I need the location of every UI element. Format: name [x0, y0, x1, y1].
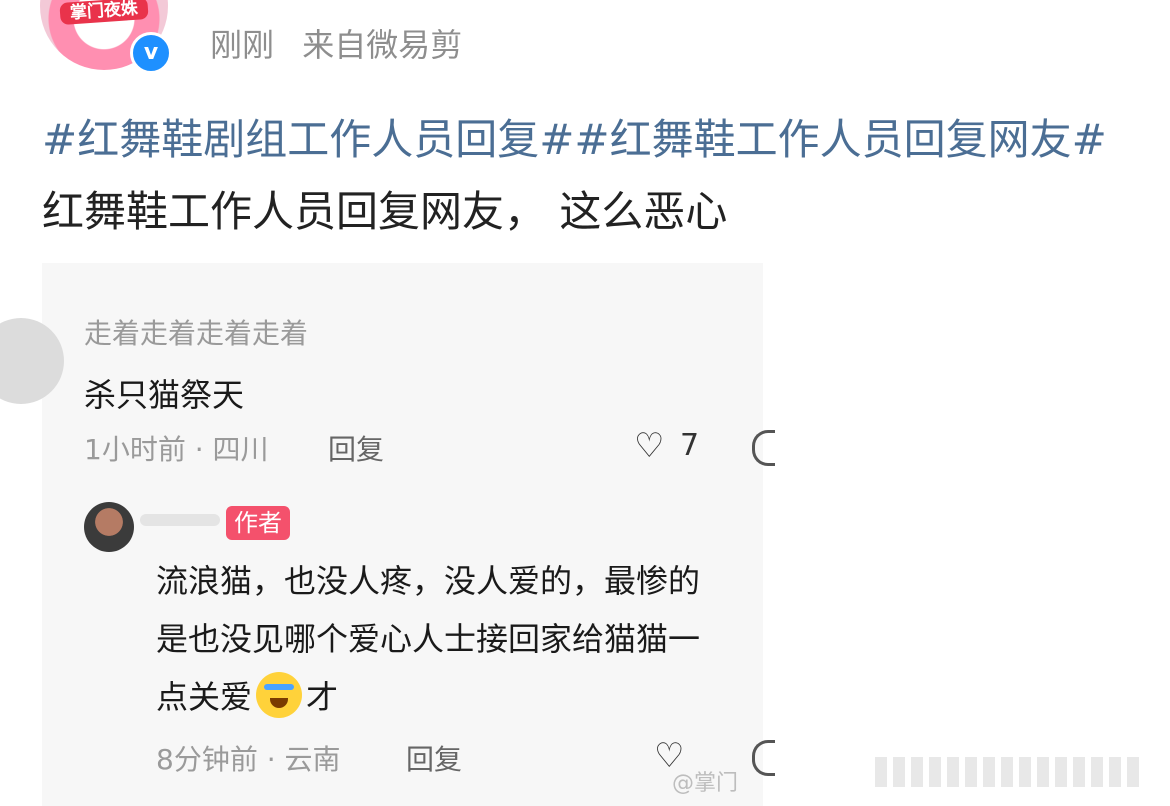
reply-username-redacted	[140, 514, 220, 526]
reply-line-2: 是也没见哪个爱心人士接回家给猫猫一	[156, 620, 701, 658]
post-body: #红舞鞋剧组工作人员回复##红舞鞋工作人员回复网友# 红舞鞋工作人员回复网友， …	[42, 104, 1142, 248]
comment-meta: 1小时前 · 四川	[84, 433, 269, 466]
reply-meta: 8分钟前 · 云南	[156, 743, 341, 776]
avatar-label: 掌门夜姝	[59, 0, 149, 26]
comment-reply-button: 回复	[328, 433, 385, 466]
hashtag-1[interactable]: #红舞鞋剧组工作人员回复#	[42, 115, 574, 164]
comment-username: 走着走着走着走着	[84, 317, 309, 350]
reply-avatar	[84, 502, 134, 552]
author-badge: 作者	[226, 506, 290, 540]
comment-text: 杀只猫祭天	[84, 376, 245, 414]
image-watermark: @掌门	[672, 771, 739, 796]
post-meta: 刚刚 来自微易剪	[210, 20, 480, 66]
crying-emoji-icon	[256, 672, 303, 718]
reply-line-1: 流浪猫，也没人疼，没人爱的，最惨的	[156, 562, 701, 600]
comment-bubble-icon	[752, 430, 775, 466]
reply-reply-button: 回复	[406, 743, 463, 776]
hashtag-2[interactable]: #红舞鞋工作人员回复网友#	[574, 115, 1106, 164]
like-heart-icon: ♡	[634, 426, 665, 466]
image-watermark-blur	[875, 757, 1145, 787]
reply-line-3: 点关爱 才	[156, 668, 766, 726]
like-count: 7	[680, 428, 700, 463]
reply-line-3-b: 才	[306, 678, 339, 716]
post-source[interactable]: 来自微易剪	[302, 26, 462, 64]
reply-text: 流浪猫，也没人疼，没人爱的，最惨的 是也没见哪个爱心人士接回家给猫猫一 点关爱 才	[156, 552, 766, 726]
reply-line-3-a: 点关爱	[156, 678, 253, 716]
post-text: 红舞鞋工作人员回复网友， 这么恶心	[42, 187, 728, 236]
reply-bubble-icon	[752, 740, 775, 776]
post-time: 刚刚	[210, 26, 275, 64]
verified-icon: v	[130, 32, 172, 74]
